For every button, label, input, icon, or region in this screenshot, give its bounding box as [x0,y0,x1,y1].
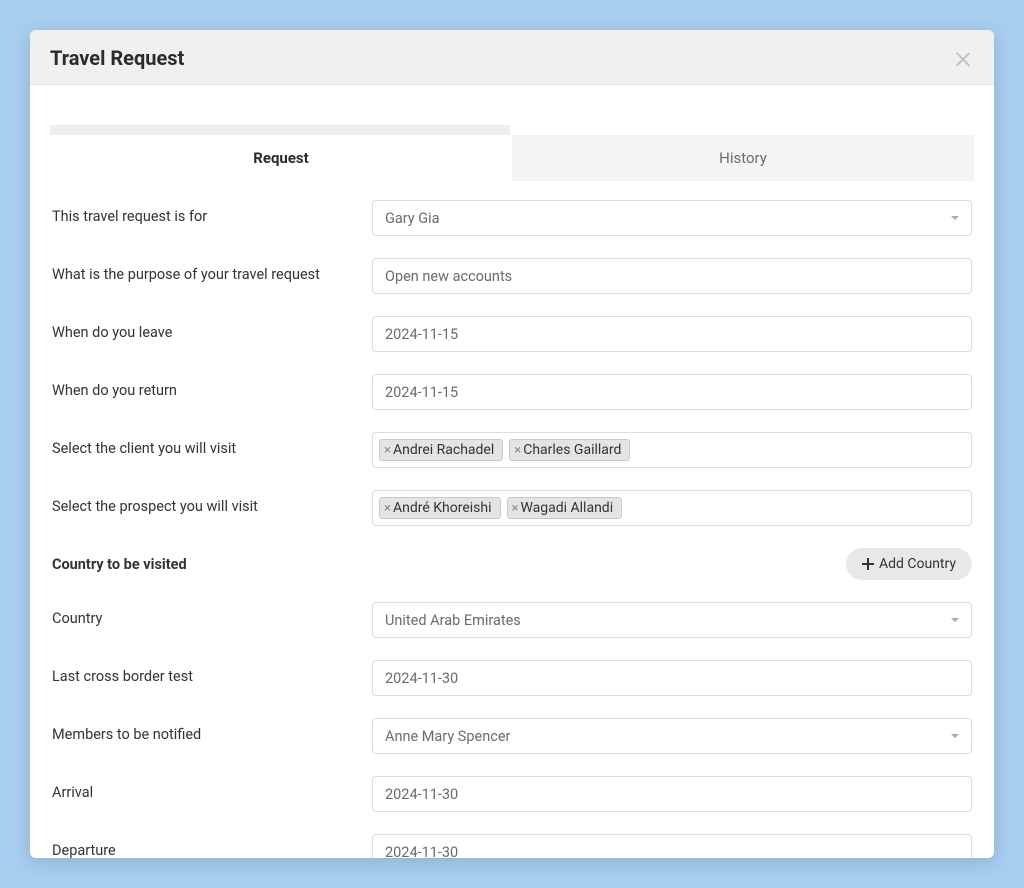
input-arrival[interactable] [372,776,972,812]
select-country-value[interactable] [372,602,972,638]
tag-input-clients[interactable]: × Andrei Rachadel × Charles Gaillard [372,432,972,468]
select-requester-value[interactable] [372,200,972,236]
label-departure: Departure [52,834,372,858]
progress-bar [50,125,510,135]
row-arrival: Arrival [50,776,974,812]
tag-client: × Andrei Rachadel [379,439,503,461]
input-return-date[interactable] [372,374,972,410]
tag-label: Charles Gaillard [523,442,621,458]
remove-tag-icon[interactable]: × [384,502,391,515]
row-last-test: Last cross border test [50,660,974,696]
tag-label: Andrei Rachadel [393,442,494,458]
label-prospects: Select the prospect you will visit [52,490,372,515]
travel-request-modal: Travel Request Request History This trav… [30,30,994,858]
input-leave-date[interactable] [372,316,972,352]
plus-icon [862,558,874,570]
input-purpose[interactable] [372,258,972,294]
row-purpose: What is the purpose of your travel reque… [50,258,974,294]
input-departure[interactable] [372,834,972,858]
tag-input-prospects[interactable]: × André Khoreishi × Wagadi Allandi [372,490,972,526]
label-members: Members to be notified [52,718,372,743]
row-prospects: Select the prospect you will visit × And… [50,490,974,526]
remove-tag-icon[interactable]: × [384,444,391,457]
section-country-heading: Country to be visited [52,556,187,573]
tag-client: × Charles Gaillard [509,439,630,461]
row-leave: When do you leave [50,316,974,352]
tag-prospect: × André Khoreishi [379,497,501,519]
label-country: Country [52,602,372,627]
add-country-button[interactable]: Add Country [846,548,972,580]
modal-header: Travel Request [30,30,994,85]
tabs: Request History [50,135,974,182]
select-members-value[interactable] [372,718,972,754]
row-return: When do you return [50,374,974,410]
row-clients: Select the client you will visit × Andre… [50,432,974,468]
modal-body: Request History This travel request is f… [30,85,994,858]
label-purpose: What is the purpose of your travel reque… [52,258,372,283]
row-requester: This travel request is for [50,200,974,236]
label-requester: This travel request is for [52,200,372,225]
input-last-test[interactable] [372,660,972,696]
remove-tag-icon[interactable]: × [514,444,521,457]
label-clients: Select the client you will visit [52,432,372,457]
tag-label: Wagadi Allandi [520,500,613,516]
select-requester[interactable] [372,200,972,236]
tag-label: André Khoreishi [393,500,492,516]
tab-request[interactable]: Request [50,135,512,181]
add-country-label: Add Country [879,556,956,572]
label-last-test: Last cross border test [52,660,372,685]
section-country-header: Country to be visited Add Country [50,548,974,580]
remove-tag-icon[interactable]: × [512,502,519,515]
label-arrival: Arrival [52,776,372,801]
row-country: Country [50,602,974,638]
row-members: Members to be notified [50,718,974,754]
close-icon[interactable] [952,47,974,69]
label-return: When do you return [52,374,372,399]
label-leave: When do you leave [52,316,372,341]
tag-prospect: × Wagadi Allandi [507,497,623,519]
select-country[interactable] [372,602,972,638]
modal-title: Travel Request [50,46,184,70]
row-departure: Departure [50,834,974,858]
tab-history[interactable]: History [512,135,974,181]
select-members[interactable] [372,718,972,754]
